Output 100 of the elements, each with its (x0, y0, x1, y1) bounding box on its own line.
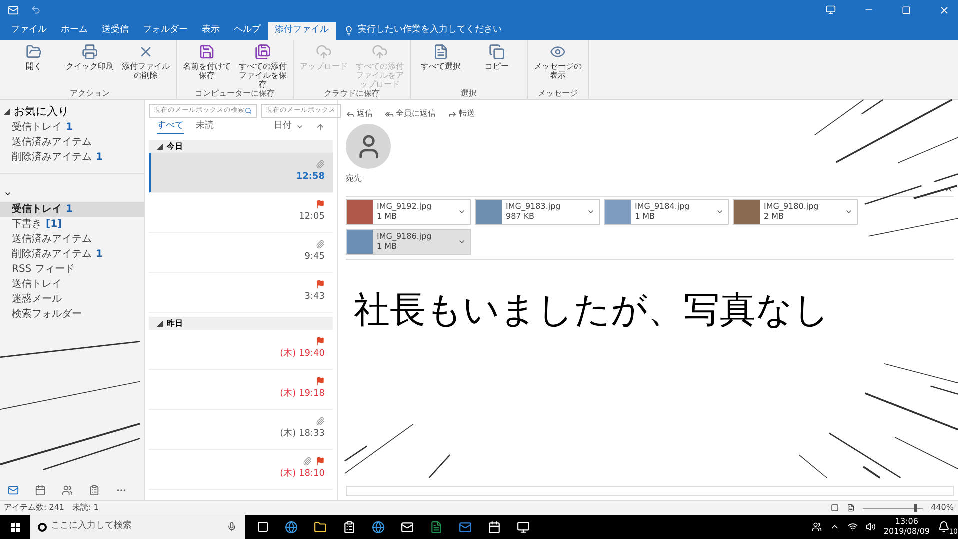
flag-icon[interactable] (316, 377, 325, 386)
taskbar-search-field[interactable]: ここに入力して検索 (30, 515, 245, 539)
collapse-icon[interactable] (4, 190, 12, 198)
network-icon[interactable] (848, 522, 858, 532)
ribbon-tab[interactable]: ファイル (4, 22, 54, 40)
restore-icon[interactable] (902, 6, 911, 14)
reply-action-button[interactable]: 転送 (448, 108, 475, 120)
floppy-icon (199, 44, 215, 60)
attachment-chip[interactable]: IMG_9192.jpg 1 MB (346, 199, 471, 225)
caret-icon[interactable] (296, 123, 304, 131)
folder-item[interactable]: 受信トレイ 1 (0, 120, 144, 135)
attachment-chip[interactable]: IMG_9186.jpg 1 MB (346, 229, 471, 255)
ribbon-tab[interactable]: ヘルプ (227, 22, 268, 40)
collapse-triangle-icon[interactable] (157, 144, 163, 150)
folder-item[interactable]: 下書き [1] (0, 217, 144, 232)
folder-name: 送信済みアイテム (12, 136, 92, 150)
tell-me-field[interactable]: 実行したい作業を入力してください (358, 24, 502, 38)
folder-icon[interactable] (314, 520, 327, 534)
folder-item[interactable]: 検索フォルダー (0, 307, 144, 322)
folder-item[interactable]: 削除済みアイテム 1 (0, 150, 144, 165)
message-item[interactable]: 3:43 (149, 273, 333, 313)
filter-tab[interactable]: すべて (157, 120, 184, 134)
message-item[interactable]: (木) 19:40 (149, 330, 333, 370)
ribbon-tab[interactable]: 表示 (195, 22, 227, 40)
ribbon-button[interactable]: 開く (8, 44, 60, 89)
horizontal-scrollbar[interactable] (346, 486, 954, 496)
attachment-chip[interactable]: IMG_9184.jpg 1 MB (604, 199, 729, 225)
normal-view-icon[interactable] (831, 504, 840, 512)
ribbon-button[interactable]: 添付ファイルの削除 (120, 44, 172, 89)
arrow-up-icon[interactable] (316, 122, 325, 132)
folder-name: 受信トレイ (12, 120, 62, 135)
group-header[interactable]: 今日 (167, 140, 183, 152)
group-header[interactable]: 昨日 (167, 318, 183, 330)
group-label: クラウドに保存 (323, 89, 381, 99)
lightbulb-icon (344, 26, 354, 36)
clock-date[interactable]: 2019/08/09 (884, 527, 930, 537)
message-item[interactable]: 12:58 (149, 153, 333, 193)
calendar-icon[interactable] (35, 484, 46, 496)
collapse-triangle-icon[interactable] (4, 109, 10, 115)
speaker-icon[interactable] (866, 522, 876, 532)
message-item[interactable]: (木) 18:10 (149, 450, 333, 490)
ribbon-tab[interactable]: 添付ファイル (268, 22, 336, 40)
eye-icon (550, 44, 566, 60)
notification-icon[interactable] (938, 521, 950, 533)
folder-name: 送信トレイ (12, 278, 62, 292)
ribbon-button[interactable]: すべての添付ファイルを保存 (237, 44, 289, 89)
ribbon-button[interactable]: 名前を付けて保存 (181, 44, 233, 89)
ribbon-tab[interactable]: ホーム (54, 22, 95, 40)
message-item[interactable]: (木) 19:18 (149, 370, 333, 410)
reply-action-button[interactable]: 返信 (346, 108, 373, 120)
sort-dropdown[interactable]: 日付 (274, 120, 292, 134)
close-icon[interactable] (939, 4, 950, 16)
flag-icon[interactable] (316, 457, 325, 466)
tasks-icon[interactable] (89, 484, 100, 496)
ribbon-tab[interactable]: 送受信 (95, 22, 136, 40)
flag-icon[interactable] (316, 280, 325, 290)
undo-icon[interactable] (31, 5, 41, 15)
flag-icon[interactable] (316, 200, 325, 210)
message-item[interactable]: 9:45 (149, 233, 333, 273)
message-time: (木) 19:40 (280, 348, 325, 362)
folder-item[interactable]: 送信済みアイテム (0, 232, 144, 247)
document-icon (433, 44, 449, 60)
task-view-icon[interactable] (257, 521, 269, 533)
folder-item[interactable]: 削除済みアイテム 1 (0, 247, 144, 262)
ribbon-button[interactable]: コピー (471, 44, 523, 89)
ribbon-button[interactable]: メッセージの表示 (532, 44, 584, 89)
reply-action-button[interactable]: 全員に返信 (385, 108, 436, 120)
caret-icon[interactable] (587, 208, 595, 216)
flag-icon[interactable] (316, 337, 325, 346)
folder-item[interactable]: 送信済みアイテム (0, 135, 144, 150)
zoom-slider-thumb[interactable] (914, 504, 918, 512)
folder-item[interactable]: 送信トレイ (0, 277, 144, 292)
clock-time[interactable]: 13:06 (895, 517, 918, 527)
caret-icon[interactable] (458, 208, 466, 216)
attachment-chip[interactable]: IMG_9183.jpg 987 KB (475, 199, 600, 225)
reading-view-icon[interactable] (847, 504, 856, 512)
filter-tab[interactable]: 未読 (196, 120, 214, 134)
message-item[interactable]: (木) 18:33 (149, 410, 333, 450)
caret-icon[interactable] (716, 208, 724, 216)
envelope-icon[interactable] (401, 520, 414, 534)
caret-icon[interactable] (845, 208, 853, 216)
collapse-triangle-icon[interactable] (157, 320, 163, 326)
folder-item[interactable]: RSS フィード (0, 262, 144, 277)
ribbon-tab[interactable]: フォルダー (136, 22, 195, 40)
message-item[interactable]: 12:05 (149, 193, 333, 233)
attachment-chip[interactable]: IMG_9180.jpg 2 MB (733, 199, 858, 225)
folder-item[interactable]: 迷惑メール (0, 292, 144, 307)
people-icon[interactable] (812, 522, 822, 532)
folder-item[interactable]: 受信トレイ 1 (0, 202, 144, 217)
mail-app-icon[interactable] (459, 520, 472, 534)
caret-icon[interactable] (458, 238, 466, 246)
browser-icon[interactable] (285, 520, 298, 534)
mail-icon[interactable] (8, 484, 19, 496)
section-header[interactable]: お気に入り (14, 104, 69, 120)
ribbon-button[interactable]: クイック印刷 (64, 44, 116, 89)
message-time: (木) 18:33 (280, 428, 325, 442)
ribbon-button[interactable]: すべて選択 (415, 44, 467, 89)
microphone-icon[interactable] (227, 522, 237, 532)
unread-count: 1 (96, 248, 103, 262)
spreadsheet-icon[interactable] (430, 520, 443, 534)
